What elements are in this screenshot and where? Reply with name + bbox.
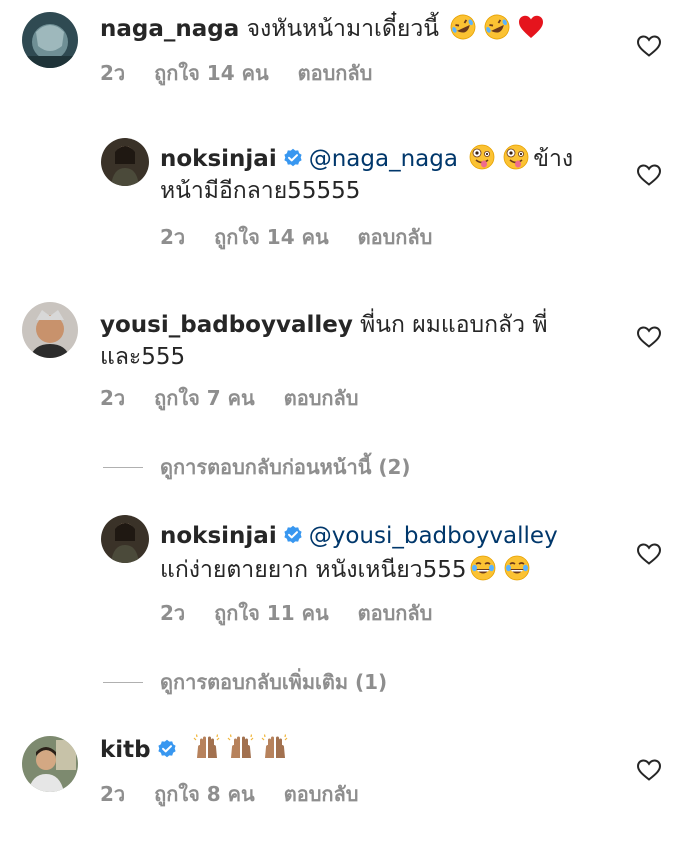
- timestamp: 2ว: [160, 225, 186, 249]
- comment-text: yousi_badboyvalley พี่นก ผมแอบกลัว พี่: [100, 309, 548, 341]
- comment-body: จงหันหน้ามาเดี๋ยวนี้: [246, 16, 439, 42]
- reply-button[interactable]: ตอบกลับ: [358, 224, 433, 250]
- like-count[interactable]: ถูกใจ 14 คน: [214, 224, 329, 250]
- raised-hands-emoji: [227, 734, 255, 762]
- like-count[interactable]: ถูกใจ 11 คน: [214, 600, 329, 626]
- raised-hands-emoji: [193, 734, 221, 762]
- avatar[interactable]: [101, 138, 149, 186]
- reply-text-line2: แก่ง่ายตายยาก หนังเหนียว555: [160, 554, 534, 586]
- like-count[interactable]: ถูกใจ 8 คน: [154, 781, 255, 807]
- verified-badge-icon: [157, 739, 177, 759]
- timestamp: 2ว: [100, 782, 126, 806]
- avatar[interactable]: [101, 515, 149, 563]
- reply-body: หน้ามีอีกลาย55555: [160, 178, 361, 204]
- verified-badge-icon: [283, 148, 303, 168]
- avatar[interactable]: [22, 736, 78, 792]
- username[interactable]: naga_naga: [100, 16, 239, 42]
- reply-button[interactable]: ตอบกลับ: [358, 600, 433, 626]
- reply-text: noksinjai @naga_naga ข้าง: [160, 143, 573, 175]
- username[interactable]: noksinjai: [160, 146, 277, 172]
- divider: [103, 467, 143, 468]
- comment-meta: 2ว ถูกใจ 14 คน ตอบกลับ: [100, 60, 372, 86]
- like-heart-icon[interactable]: [636, 34, 662, 58]
- comment-text: kitb: [100, 734, 292, 766]
- reply-text: noksinjai @yousi_badboyvalley: [160, 520, 558, 552]
- rofl-emoji: [449, 13, 477, 41]
- like-heart-icon[interactable]: [636, 542, 662, 566]
- comment-meta: 2ว ถูกใจ 8 คน ตอบกลับ: [100, 781, 358, 807]
- timestamp: 2ว: [100, 386, 126, 410]
- zany-face-emoji: [468, 143, 496, 171]
- avatar[interactable]: [22, 302, 78, 358]
- view-previous-replies[interactable]: ดูการตอบกลับก่อนหน้านี้ (2): [160, 454, 411, 480]
- like-count[interactable]: ถูกใจ 7 คน: [154, 385, 255, 411]
- comment-meta: 2ว ถูกใจ 14 คน ตอบกลับ: [160, 224, 432, 250]
- raised-hands-emoji: [261, 734, 289, 762]
- rofl-emoji: [483, 13, 511, 41]
- comment-meta: 2ว ถูกใจ 11 คน ตอบกลับ: [160, 600, 432, 626]
- comment-text-line2: และ555: [100, 341, 185, 373]
- reply-button[interactable]: ตอบกลับ: [284, 781, 359, 807]
- tears-of-joy-emoji: [469, 554, 497, 582]
- tears-of-joy-emoji: [503, 554, 531, 582]
- mention-link[interactable]: @yousi_badboyvalley: [309, 523, 558, 549]
- like-heart-icon[interactable]: [636, 325, 662, 349]
- username[interactable]: yousi_badboyvalley: [100, 312, 353, 338]
- red-heart-emoji: [517, 13, 545, 41]
- timestamp: 2ว: [160, 601, 186, 625]
- zany-face-emoji: [502, 143, 530, 171]
- comment-meta: 2ว ถูกใจ 7 คน ตอบกลับ: [100, 385, 358, 411]
- view-more-replies[interactable]: ดูการตอบกลับเพิ่มเติม (1): [160, 669, 387, 695]
- username[interactable]: kitb: [100, 737, 151, 763]
- reply-text-line2: หน้ามีอีกลาย55555: [160, 175, 360, 207]
- timestamp: 2ว: [100, 61, 126, 85]
- verified-badge-icon: [283, 525, 303, 545]
- username[interactable]: noksinjai: [160, 523, 277, 549]
- reply-body: ข้าง: [533, 146, 574, 172]
- reply-body: แก่ง่ายตายยาก หนังเหนียว555: [160, 557, 467, 583]
- like-heart-icon[interactable]: [636, 163, 662, 187]
- reply-button[interactable]: ตอบกลับ: [298, 60, 373, 86]
- avatar[interactable]: [22, 12, 78, 68]
- reply-button[interactable]: ตอบกลับ: [284, 385, 359, 411]
- mention-link[interactable]: @naga_naga: [309, 146, 458, 172]
- comment-text: naga_naga จงหันหน้ามาเดี๋ยวนี้: [100, 13, 548, 45]
- comment-body: พี่นก ผมแอบกลัว พี่: [360, 312, 548, 338]
- divider: [103, 682, 143, 683]
- like-count[interactable]: ถูกใจ 14 คน: [154, 60, 269, 86]
- comment-body: และ555: [100, 344, 186, 370]
- like-heart-icon[interactable]: [636, 758, 662, 782]
